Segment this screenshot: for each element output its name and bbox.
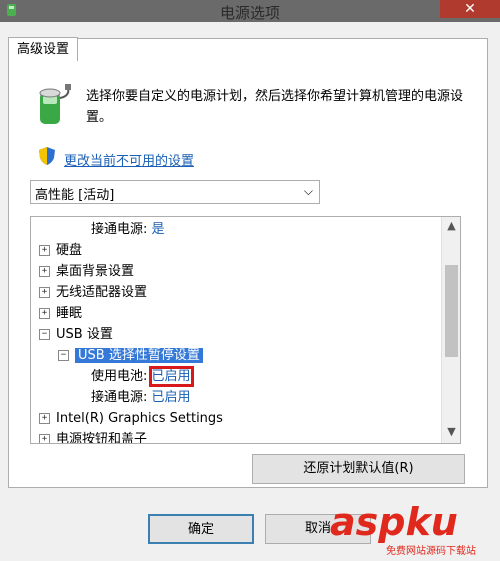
collapse-icon[interactable]: − [58,350,69,361]
expand-icon[interactable]: + [39,413,50,424]
tree-row-label: 睡眠 [56,306,83,321]
tree-row-label: Intel(R) Graphics Settings [56,411,223,426]
tree-row-power-buttons-lid[interactable]: + 电源按钮和盖子 [39,429,148,444]
tree-row-label: USB 设置 [56,327,113,342]
collapse-icon[interactable]: − [39,329,50,340]
tree-row-label: 接通电源: [91,222,148,237]
tree-row-plugged-in[interactable]: 接通电源: 已启用 [91,387,191,408]
tree-row-on-battery[interactable]: 使用电池: 已启用 [91,366,194,387]
uac-shield-icon [39,147,55,165]
tab-advanced-settings[interactable]: 高级设置 [8,37,79,62]
scroll-thumb[interactable] [445,265,458,357]
tree-row[interactable]: 接通电源: 是 [91,219,165,240]
change-unavailable-settings-link[interactable]: 更改当前不可用的设置 [64,150,194,169]
plugged-in-value[interactable]: 已启用 [152,390,191,405]
tree-row-label: 硬盘 [56,243,83,258]
expand-icon[interactable]: + [39,266,50,277]
tree-row-intel-graphics[interactable]: + Intel(R) Graphics Settings [39,408,223,429]
power-plan-value: 高性能 [活动] [35,188,115,203]
expand-icon[interactable]: + [39,308,50,319]
watermark-logo: aspku 免费网站源码下载站 [330,500,498,560]
close-button[interactable]: ✕ [440,0,500,18]
tree-row-label-selected: USB 选择性暂停设置 [75,348,203,363]
tree-row-label: 电源按钮和盖子 [56,432,148,444]
restore-defaults-button[interactable]: 还原计划默认值(R) [252,454,465,484]
tree-row-value[interactable]: 是 [152,222,165,237]
on-battery-value[interactable]: 已启用 [148,366,194,387]
expand-icon[interactable]: + [39,287,50,298]
tree-scrollbar[interactable]: ▲ ▼ [441,217,460,443]
tree-row-label: 桌面背景设置 [56,264,135,279]
chevron-down-icon: ⌵ [303,184,313,198]
tree-row-sleep[interactable]: + 睡眠 [39,303,82,324]
battery-plug-icon [39,84,71,124]
ok-button[interactable]: 确定 [148,514,254,544]
scroll-up-icon[interactable]: ▲ [442,219,460,235]
tree-row-wireless-adapter[interactable]: + 无线适配器设置 [39,282,147,303]
title-bar: 电源选项 ✕ [0,0,500,22]
tree-row-label: 接通电源: [91,390,148,405]
expand-icon[interactable]: + [39,434,50,443]
tree-row-label: 使用电池: [91,369,148,384]
window-title: 电源选项 [219,4,280,22]
scroll-down-icon[interactable]: ▼ [442,425,460,441]
power-plan-select[interactable]: 高性能 [活动] ⌵ [30,180,320,204]
tree-row-hard-disk[interactable]: + 硬盘 [39,240,82,261]
tree-row-usb-selective-suspend[interactable]: − USB 选择性暂停设置 [58,345,203,366]
description-text: 选择你要自定义的电源计划，然后选择你希望计算机管理的电源设置。 [86,89,464,125]
tree-row-usb-settings[interactable]: − USB 设置 [39,324,113,345]
tab-join [9,61,83,63]
tree-row-label: 无线适配器设置 [56,285,148,300]
watermark-subtitle: 免费网站源码下载站 [386,546,476,557]
tree-row-desktop-background[interactable]: + 桌面背景设置 [39,261,134,282]
watermark-brand: aspku [330,500,458,544]
settings-tree[interactable]: 接通电源: 是 + 硬盘 + 桌面背景设置 + 无线适配器设置 + 睡眠 − USB 设置… [30,216,461,444]
expand-icon[interactable]: + [39,245,50,256]
